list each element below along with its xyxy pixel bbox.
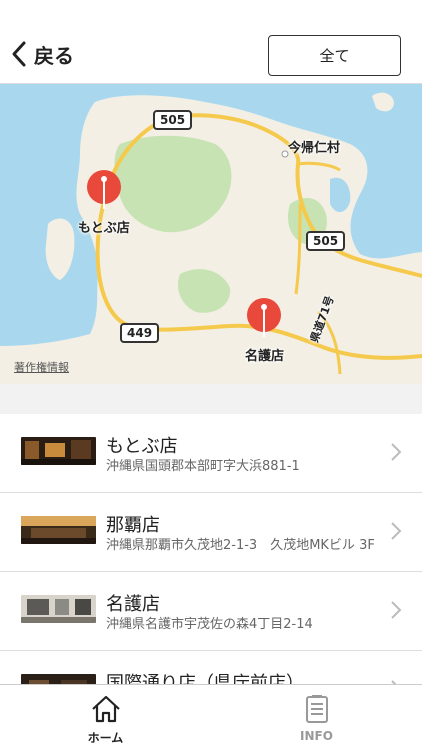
route-shield: 505 [306,231,346,251]
tab-info-label: INFO [300,729,333,743]
section-divider [0,384,422,414]
store-map[interactable]: 505 505 449 今帰仁村 県道71号 もとぶ店 名護店 著作権情報 [0,84,422,384]
back-button[interactable]: 戻る [10,36,74,72]
store-name: 名護店 [106,594,160,615]
back-label: 戻る [34,43,74,68]
store-address: 沖縄県名護市宇茂佐の森4丁目2-14 [106,617,313,632]
chevron-right-icon [391,443,402,461]
all-stores-button[interactable]: 全て [268,35,401,76]
store-thumbnail [21,595,96,623]
tab-home-label: ホーム [87,731,124,745]
store-address: 沖縄県国頭郡本部町字大浜881-1 [106,459,300,474]
map-pin-icon[interactable] [85,169,123,217]
tab-bar: ホーム INFO [0,684,422,750]
store-row[interactable]: 那覇店 沖縄県那覇市久茂地2-1-3 久茂地MKビル 3F [0,493,422,572]
store-row[interactable]: 名護店 沖縄県名護市宇茂佐の森4丁目2-14 [0,572,422,651]
store-thumbnail [21,437,96,465]
chevron-right-icon [391,601,402,619]
home-icon [91,695,120,723]
clipboard-icon [305,695,328,723]
map-pin-icon[interactable] [245,297,283,345]
tab-info[interactable]: INFO [211,685,422,750]
store-name: 那覇店 [106,515,160,536]
nav-header: 戻る 全て [0,0,422,84]
store-address: 沖縄県那覇市久茂地2-1-3 久茂地MKビル 3F [106,538,375,553]
store-thumbnail [21,516,96,544]
route-shield: 449 [120,323,160,343]
route-shield: 505 [153,110,193,130]
map-canvas [0,84,422,384]
pin-label: もとぶ店 [78,221,130,236]
copyright-link[interactable]: 著作権情報 [14,359,69,375]
store-row[interactable]: もとぶ店 沖縄県国頭郡本部町字大浜881-1 [0,414,422,493]
store-list: もとぶ店 沖縄県国頭郡本部町字大浜881-1 那覇店 沖縄県那覇市久茂地2-1-… [0,414,422,730]
store-name: もとぶ店 [106,436,178,457]
chevron-right-icon [391,522,402,540]
place-label: 今帰仁村 [288,141,341,156]
tab-home[interactable]: ホーム [0,685,211,750]
chevron-left-icon [12,41,26,67]
pin-label: 名護店 [245,349,285,364]
